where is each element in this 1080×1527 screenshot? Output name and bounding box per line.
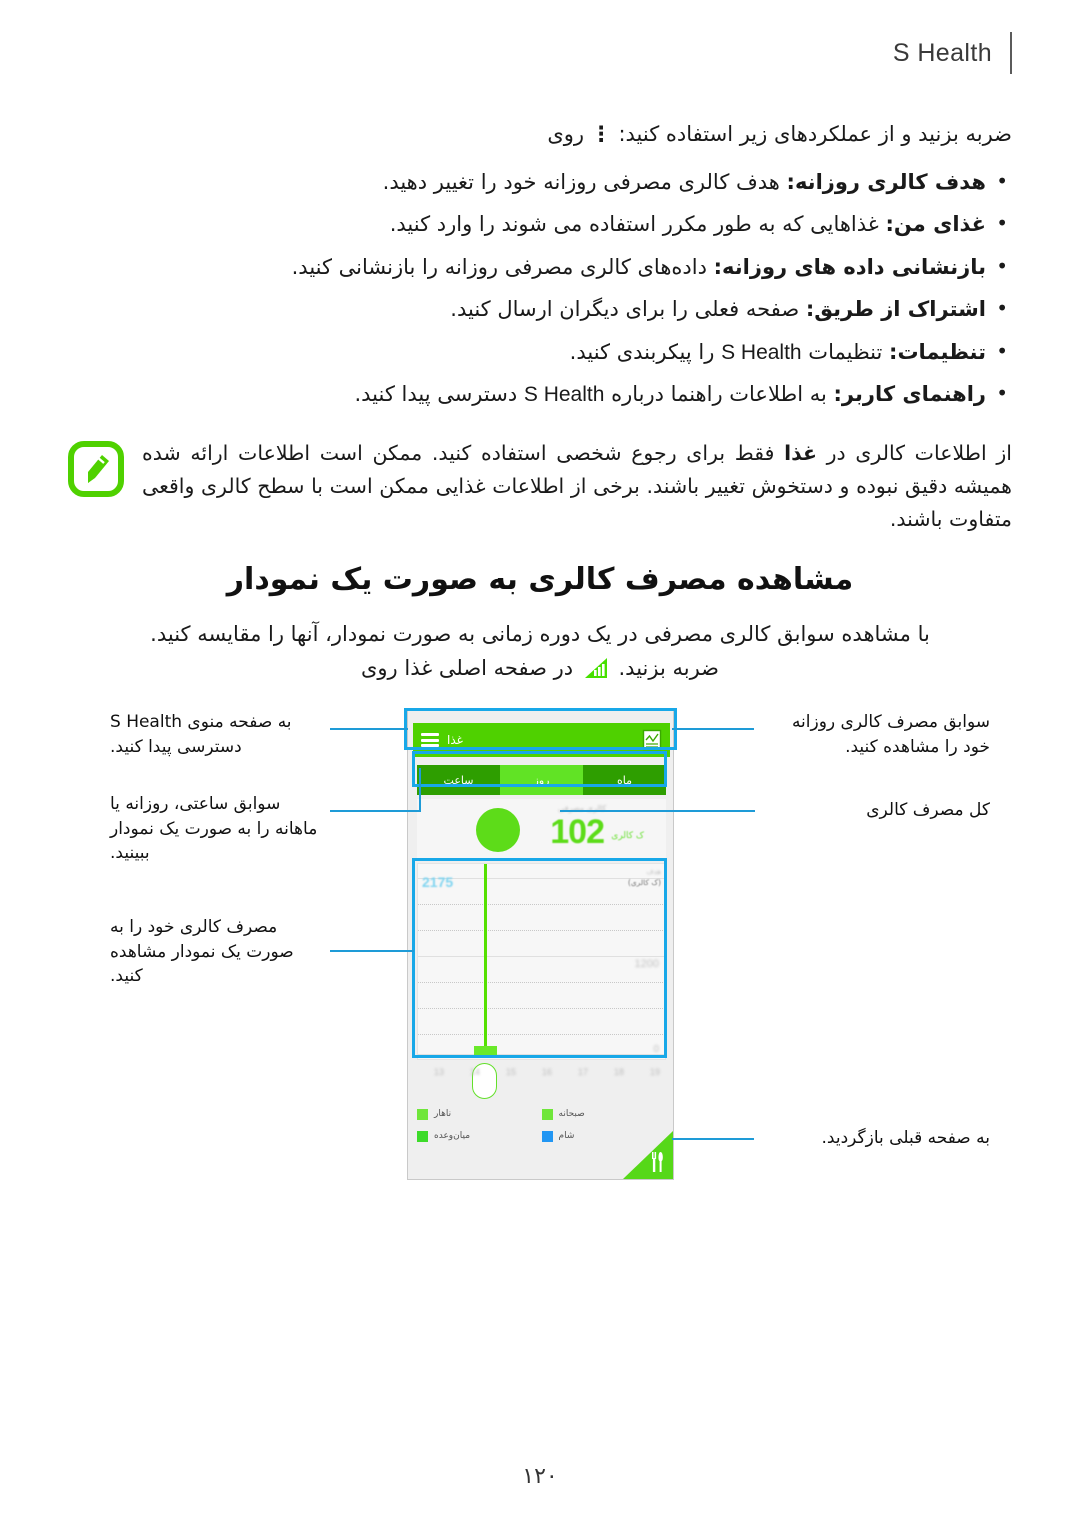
- calorie-unit: ک کالری: [611, 831, 644, 841]
- callout-tabs: سوابق ساعتی، روزانه یا ماهانه را به صورت…: [110, 794, 318, 864]
- section-para-1: با مشاهده سوابق کالری مصرفی در یک دوره ز…: [150, 622, 930, 646]
- legend-item-breakfast: صبحانه: [541, 1103, 667, 1125]
- intro-before: روی: [547, 122, 585, 146]
- legend-label: ناهار: [434, 1109, 452, 1119]
- legend-swatch: [417, 1108, 428, 1120]
- list-item-desc: هدف کالری مصرفی روزانه خود را تغییر دهید…: [382, 169, 780, 194]
- note-part1: از اطلاعات کالری در: [826, 441, 1012, 465]
- list-item-desc-pre: به اطلاعات راهنما درباره: [611, 382, 827, 407]
- list-item-desc-brand: S Health: [523, 383, 605, 407]
- section-para-2-pre: در صفحه اصلی غذا روی: [360, 655, 574, 680]
- page-number: ۱۲۰: [522, 1464, 558, 1489]
- legend-label: میان‌وعده: [434, 1131, 471, 1141]
- header-divider: [1010, 32, 1012, 74]
- annotated-screenshot-figure: غذا ساعت روز ماه کالری مصرفی 102 ک کالری: [0, 700, 1080, 1200]
- list-item-label: غذای من:: [885, 212, 986, 237]
- intro-after: ضربه بزنید و از عملکردهای زیر استفاده کن…: [618, 122, 1012, 146]
- highlight-appbar: [404, 708, 677, 750]
- note-bold-term: غذا: [784, 441, 817, 465]
- list-item-desc: صفحه فعلی را برای دیگران ارسال کنید.: [450, 297, 800, 322]
- add-meal-button[interactable]: [623, 1131, 673, 1179]
- list-item: غذای من: غذاهایی که به طور مکرر استفاده …: [68, 208, 1012, 241]
- legend-swatch: [417, 1130, 428, 1142]
- page-title: S Health: [892, 38, 992, 67]
- leader-line-tabs: [330, 810, 420, 812]
- x-tick: 14: [469, 1067, 481, 1077]
- highlight-chart: [412, 858, 667, 1058]
- list-item-desc: داده‌های کالری مصرفی روزانه را بازنشانی …: [291, 254, 707, 279]
- callout-chart: مصرف کالری خود را به صورت یک نمودار مشاه…: [110, 917, 294, 987]
- overflow-menu-icon: ⋮: [590, 122, 613, 146]
- x-tick: 18: [613, 1067, 625, 1077]
- list-item-desc-post: دسترسی پیدا کنید.: [354, 382, 518, 407]
- leader-line-back: [672, 1138, 754, 1140]
- legend-label: شام: [558, 1131, 575, 1141]
- leader-line-tabs-vertical: [419, 768, 421, 812]
- section-para-2-post: ضربه بزنید.: [618, 655, 720, 680]
- x-tick: 17: [577, 1067, 589, 1077]
- list-item-desc-brand: S Health: [721, 340, 802, 364]
- x-tick: 13: [433, 1067, 445, 1077]
- list-item-label: هدف کالری روزانه:: [786, 169, 986, 194]
- leader-line-report: [672, 728, 754, 730]
- callout-back: به صفحه قبلی بازگردید.: [821, 1128, 990, 1148]
- legend-swatch: [541, 1130, 553, 1142]
- legend-swatch: [541, 1108, 553, 1120]
- intro-paragraph: ضربه بزنید و از عملکردهای زیر استفاده کن…: [68, 118, 1012, 151]
- list-item: راهنمای کاربر: به اطلاعات راهنما درباره …: [68, 378, 1012, 411]
- callout-total: کل مصرف کالری: [866, 800, 990, 820]
- list-item-label: بازنشانی داده های روزانه:: [713, 254, 986, 279]
- list-item-label: راهنمای کاربر:: [833, 382, 986, 407]
- legend-item-snack: میان‌وعده: [417, 1125, 542, 1147]
- list-item-label: تنظیمات:: [889, 339, 986, 364]
- list-item: بازنشانی داده های روزانه: داده‌های کالری…: [68, 251, 1012, 284]
- cutlery-icon: [651, 1152, 665, 1172]
- x-tick: 15: [505, 1067, 517, 1077]
- list-item-label: اشتراک از طریق:: [805, 297, 986, 322]
- section-heading: مشاهده مصرف کالری به صورت یک نمودار: [226, 562, 854, 597]
- feature-list: هدف کالری روزانه: هدف کالری مصرفی روزانه…: [68, 166, 1012, 411]
- list-item: تنظیمات: تنظیمات S Health را پیکربندی کن…: [68, 336, 1012, 369]
- leader-line-total: [560, 810, 755, 812]
- list-item-desc: غذاهایی که به طور مکرر استفاده می شوند ر…: [389, 212, 879, 237]
- list-item-desc-pre: تنظیمات: [808, 339, 883, 364]
- calorie-summary: کالری مصرفی 102 ک کالری: [417, 799, 666, 859]
- corner-triangle: [623, 1131, 673, 1179]
- page-header: S Health: [893, 32, 1012, 74]
- chart-x-axis: 13 14 15 16 17 18 19: [417, 1063, 666, 1099]
- x-tick: 19: [649, 1067, 661, 1077]
- note-pencil-icon: [68, 441, 124, 497]
- calorie-indicator-dot: [476, 808, 520, 852]
- leader-line-menu: [330, 728, 408, 730]
- callout-menu: به صفحه منوی S Health دسترسی پیدا کنید.: [110, 712, 292, 757]
- note-callout: از اطلاعات کالری در غذا فقط برای رجوع شخ…: [68, 437, 1012, 537]
- legend-item-lunch: ناهار: [417, 1103, 542, 1125]
- highlight-tabs: [412, 751, 667, 787]
- list-item-desc-post: را پیکربندی کنید.: [569, 339, 715, 364]
- callout-history: سوابق مصرف کالری روزانه خود را مشاهده کن…: [791, 712, 990, 757]
- legend-label: صبحانه: [558, 1109, 585, 1119]
- section-paragraph: با مشاهده سوابق کالری مصرفی در یک دوره ز…: [68, 618, 1012, 685]
- content-block: ضربه بزنید و از عملکردهای زیر استفاده کن…: [68, 118, 1012, 422]
- bar-chart-icon: [584, 655, 607, 678]
- leader-line-chart: [330, 950, 414, 952]
- list-item: هدف کالری روزانه: هدف کالری مصرفی روزانه…: [68, 166, 1012, 199]
- calorie-value: 102: [550, 813, 605, 851]
- x-tick: 16: [541, 1067, 553, 1077]
- note-text: از اطلاعات کالری در غذا فقط برای رجوع شخ…: [142, 437, 1012, 537]
- list-item: اشتراک از طریق: صفحه فعلی را برای دیگران…: [68, 293, 1012, 326]
